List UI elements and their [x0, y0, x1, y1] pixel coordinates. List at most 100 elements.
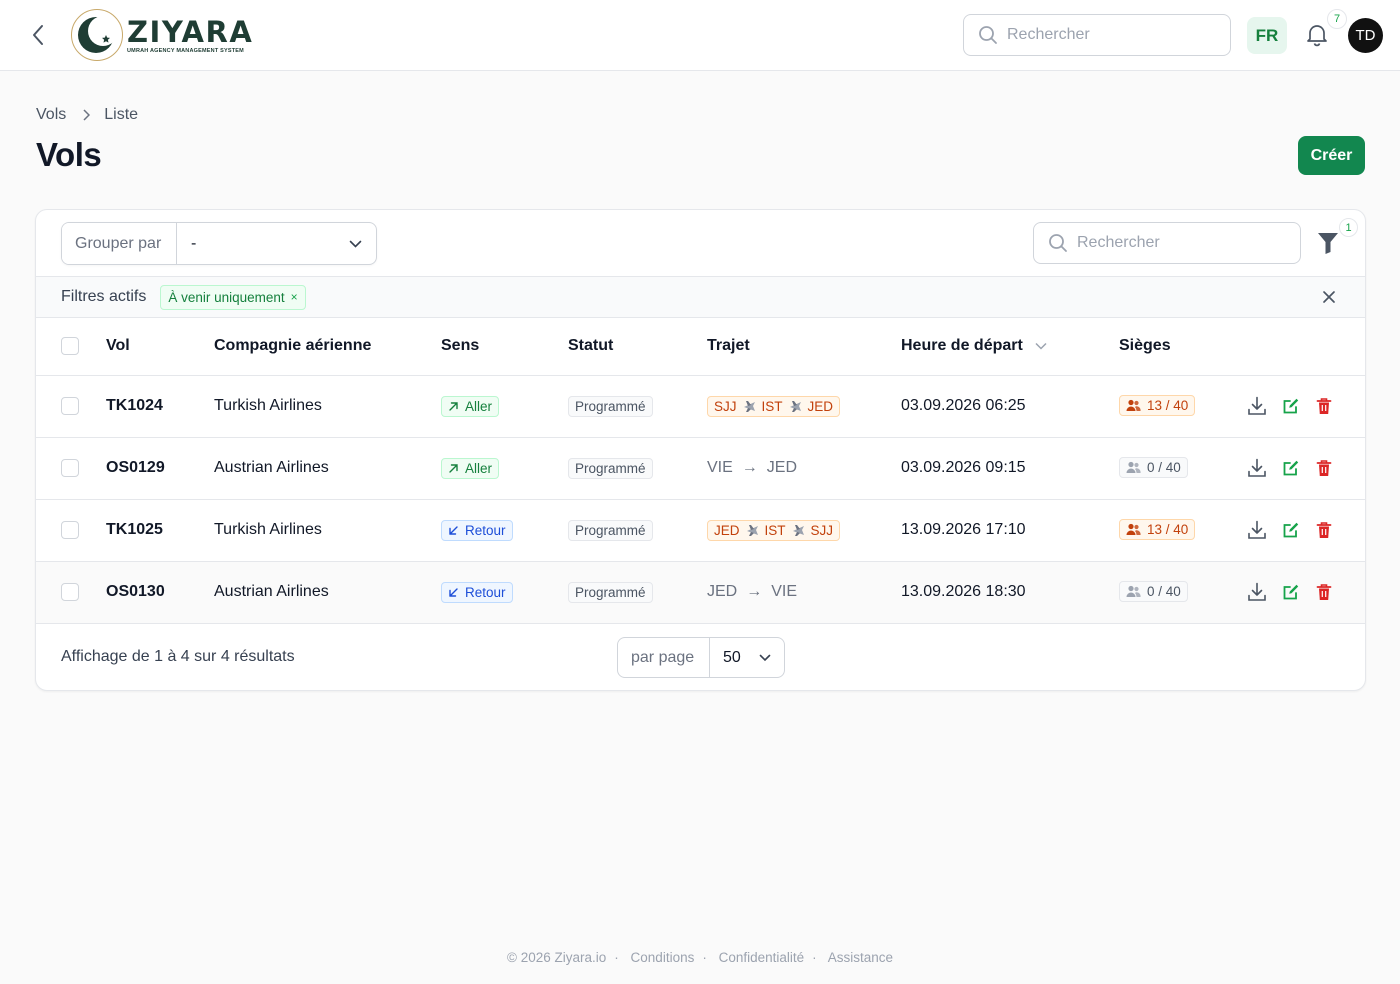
table-row[interactable]: OS0130 Austrian Airlines Retour Programmé JE… — [36, 561, 1365, 624]
chevron-down-icon — [349, 240, 362, 248]
edit-icon — [1283, 522, 1299, 538]
flight-number[interactable]: OS0129 — [106, 437, 214, 500]
download-icon — [1248, 458, 1266, 477]
language-switcher[interactable]: FR — [1247, 17, 1287, 54]
seats-label: 13 / 40 — [1147, 522, 1189, 537]
logo[interactable]: ZIYARA UMRAH AGENCY MANAGEMENT SYSTEM — [71, 9, 253, 61]
download-button[interactable] — [1246, 519, 1268, 541]
col-direction[interactable]: Sens — [441, 318, 568, 376]
per-page-select[interactable]: par page 50 — [617, 637, 785, 678]
group-by-select[interactable]: Grouper par - — [61, 222, 377, 265]
departure-time: 13.09.2026 17:10 — [901, 499, 1119, 562]
search-icon — [1049, 234, 1067, 252]
delete-button[interactable] — [1316, 583, 1332, 601]
arrow-right-icon: → — [741, 459, 758, 476]
chevron-left-icon — [33, 25, 43, 45]
global-search-input[interactable] — [1007, 26, 1207, 44]
trash-icon — [1316, 584, 1332, 600]
filter-button[interactable] — [1317, 231, 1341, 255]
arrow-down-left-icon — [449, 525, 458, 535]
col-airline[interactable]: Compagnie aérienne — [214, 318, 441, 376]
filter-chip: À venir uniquement × — [160, 284, 306, 310]
direction-badge: Aller — [441, 457, 500, 479]
per-page-value: 50 — [723, 648, 741, 666]
edit-button[interactable] — [1282, 521, 1300, 539]
flight-number[interactable]: TK1025 — [106, 499, 214, 562]
col-status[interactable]: Statut — [568, 318, 707, 376]
row-actions — [1246, 581, 1365, 603]
route-text: VIE → JED — [707, 459, 797, 476]
col-departure[interactable]: Heure de départ — [901, 318, 1119, 376]
status-badge: Programmé — [568, 395, 653, 417]
flights-table: Vol Compagnie aérienne Sens Statut Traje… — [36, 318, 1365, 624]
footer-link-conditions[interactable]: Conditions — [631, 950, 695, 965]
route-stop: JED — [807, 398, 834, 414]
table-row[interactable]: TK1025 Turkish Airlines Retour Programmé JED… — [36, 499, 1365, 562]
flight-number[interactable]: TK1024 — [106, 375, 214, 438]
delete-button[interactable] — [1316, 521, 1332, 539]
col-route[interactable]: Trajet — [707, 318, 901, 376]
download-button[interactable] — [1246, 581, 1268, 603]
direction-badge: Retour — [441, 519, 513, 541]
user-avatar[interactable]: TD — [1348, 18, 1383, 53]
route-stop: SJJ — [714, 398, 737, 414]
users-icon — [1126, 585, 1141, 597]
search-icon — [979, 26, 997, 44]
edit-button[interactable] — [1282, 583, 1300, 601]
per-page-label: par page — [618, 638, 710, 677]
status-badge: Programmé — [568, 519, 653, 541]
download-button[interactable] — [1246, 395, 1268, 417]
table-search[interactable] — [1033, 222, 1301, 264]
status-badge: Programmé — [568, 581, 653, 603]
airline-name: Turkish Airlines — [214, 499, 441, 562]
footer-link-support[interactable]: Assistance — [828, 950, 893, 965]
seats-label: 13 / 40 — [1147, 398, 1189, 413]
active-filters-bar: Filtres actifs À venir uniquement × — [36, 277, 1365, 318]
delete-button[interactable] — [1316, 397, 1332, 415]
group-by-label: Grouper par — [62, 223, 177, 264]
edit-button[interactable] — [1282, 397, 1300, 415]
pagination: Affichage de 1 à 4 sur 4 résultats par p… — [36, 624, 1365, 690]
global-search[interactable] — [963, 14, 1231, 56]
remove-filter-icon[interactable]: × — [291, 290, 298, 304]
footer-copyright: © 2026 Ziyara.io — [507, 950, 607, 965]
create-button[interactable]: Créer — [1298, 136, 1365, 175]
row-actions — [1246, 395, 1365, 417]
breadcrumb-root[interactable]: Vols — [36, 106, 66, 124]
download-button[interactable] — [1246, 457, 1268, 479]
table-row[interactable]: OS0129 Austrian Airlines Aller Programmé VIE… — [36, 437, 1365, 500]
table-row[interactable]: TK1024 Turkish Airlines Aller Programmé SJJ I… — [36, 375, 1365, 438]
table-search-input[interactable] — [1077, 234, 1277, 252]
airline-name: Austrian Airlines — [214, 561, 441, 624]
logo-tagline: UMRAH AGENCY MANAGEMENT SYSTEM — [127, 47, 244, 54]
notifications-button[interactable] — [1304, 22, 1330, 48]
filter-chip-label: À venir uniquement — [168, 289, 285, 305]
footer-link-privacy[interactable]: Confidentialité — [719, 950, 805, 965]
arrow-down-left-icon — [449, 587, 458, 597]
seats-badge: 13 / 40 — [1119, 519, 1196, 540]
back-button[interactable] — [26, 22, 50, 48]
table-header-row: Vol Compagnie aérienne Sens Statut Traje… — [36, 318, 1365, 376]
edit-icon — [1283, 460, 1299, 476]
users-icon — [1126, 523, 1141, 535]
flights-card: Grouper par - 1 Filtres actifs À venir u… — [35, 209, 1366, 691]
col-vol[interactable]: Vol — [106, 318, 214, 376]
edit-button[interactable] — [1282, 459, 1300, 477]
delete-button[interactable] — [1316, 459, 1332, 477]
row-checkbox[interactable] — [61, 459, 79, 477]
clear-filters-button[interactable] — [1320, 288, 1338, 306]
plane-icon — [792, 524, 804, 536]
direction-badge: Retour — [441, 581, 513, 603]
row-checkbox[interactable] — [61, 583, 79, 601]
trash-icon — [1316, 398, 1332, 414]
row-checkbox[interactable] — [61, 397, 79, 415]
row-checkbox[interactable] — [61, 521, 79, 539]
select-all-checkbox[interactable] — [61, 337, 79, 356]
route-stop: JED — [766, 459, 798, 476]
bell-icon — [1307, 25, 1327, 47]
active-filters-label: Filtres actifs — [61, 288, 147, 305]
flight-number[interactable]: OS0130 — [106, 561, 214, 624]
airline-name: Turkish Airlines — [214, 375, 441, 438]
col-seats[interactable]: Sièges — [1119, 318, 1246, 376]
crescent-logo-icon — [71, 9, 123, 61]
